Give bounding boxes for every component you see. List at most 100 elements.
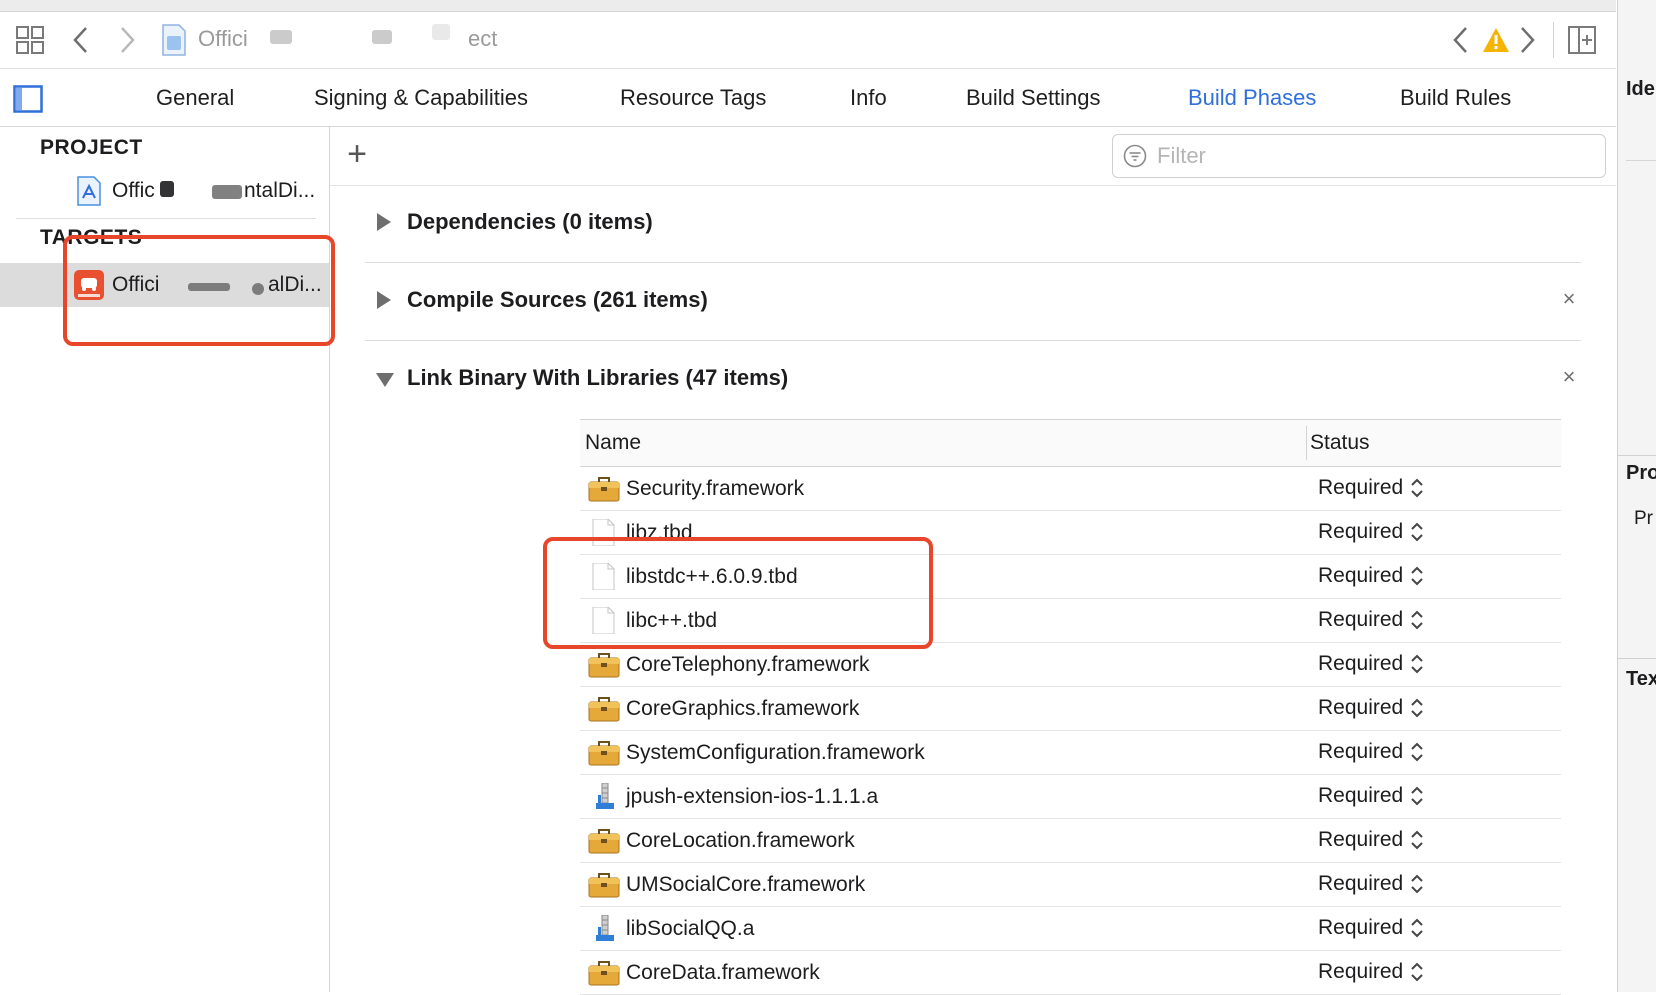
status-value: Required (1318, 872, 1404, 895)
status-popup[interactable]: Required (1318, 520, 1425, 546)
phase-dependencies[interactable]: Dependencies (0 items) (365, 185, 1581, 263)
remove-phase-close-icon[interactable]: × (1557, 287, 1581, 311)
status-popup[interactable]: Required (1318, 960, 1425, 986)
inspector-section-project: Pro (1626, 462, 1656, 484)
framework-toolbox-icon (588, 829, 620, 854)
add-editor-icon[interactable] (1568, 26, 1596, 54)
table-row[interactable]: CoreGraphics.framework Required (580, 687, 1561, 731)
library-name: CoreTelephony.framework (626, 653, 870, 676)
disclosure-triangle-icon[interactable] (377, 291, 391, 309)
status-popup[interactable]: Required (1318, 872, 1425, 898)
redacted-text (270, 30, 292, 44)
status-value: Required (1318, 652, 1404, 675)
column-separator[interactable] (1306, 426, 1307, 460)
table-row[interactable]: UMSocialCore.framework Required (580, 863, 1561, 907)
sidebar-toggle-icon[interactable] (13, 85, 43, 113)
table-row[interactable]: libSocialQQ.a Required (580, 907, 1561, 951)
status-popup[interactable]: Required (1318, 652, 1425, 678)
status-popup[interactable]: Required (1318, 828, 1425, 854)
phase-title: Compile Sources (261 items) (407, 287, 708, 312)
back-icon[interactable] (72, 26, 90, 54)
sidebar-divider (16, 218, 316, 219)
tab-build-settings[interactable]: Build Settings (966, 69, 1101, 126)
tab-info[interactable]: Info (850, 69, 887, 126)
column-header-status[interactable]: Status (1310, 431, 1370, 455)
inspector-panel: Ide Pro Pr Tex (1617, 0, 1656, 992)
chevron-updown-icon (1411, 963, 1423, 982)
tab-build-rules[interactable]: Build Rules (1400, 69, 1511, 126)
libraries-table: Name Status Security.framework Required li… (580, 419, 1561, 995)
chevron-updown-icon (1411, 655, 1423, 674)
redacted-text (432, 24, 450, 40)
status-popup[interactable]: Required (1318, 608, 1425, 634)
inspector-divider (1618, 455, 1656, 456)
sidebar-item-label-suffix: ntalDi... (244, 179, 316, 202)
toolbar-divider (1553, 22, 1554, 58)
status-value: Required (1318, 696, 1404, 719)
table-header: Name Status (580, 419, 1561, 467)
chevron-updown-icon (1411, 831, 1423, 850)
chevron-updown-icon (1411, 699, 1423, 718)
nav-prev-icon[interactable] (1452, 26, 1470, 54)
status-popup[interactable]: Required (1318, 696, 1425, 722)
tab-resource-tags[interactable]: Resource Tags (620, 69, 766, 126)
chevron-updown-icon (1411, 875, 1423, 894)
filter-field[interactable] (1112, 134, 1606, 178)
chevron-updown-icon (1411, 611, 1423, 630)
library-name: CoreData.framework (626, 961, 820, 984)
table-row[interactable]: CoreLocation.framework Required (580, 819, 1561, 863)
status-popup[interactable]: Required (1318, 476, 1425, 502)
editor-tab-bar: General Signing & Capabilities Resource … (0, 69, 1616, 127)
filter-input[interactable] (1155, 135, 1589, 177)
static-library-icon (596, 915, 614, 941)
forward-icon[interactable] (118, 26, 136, 54)
add-phase-button[interactable]: + (342, 137, 372, 173)
table-row[interactable]: CoreTelephony.framework Required (580, 643, 1561, 687)
editor-jump-bar: Offici ect (0, 12, 1616, 69)
sidebar-item-project[interactable]: Offic ntalDi... (0, 169, 329, 213)
inspector-divider (1618, 658, 1656, 659)
inspector-divider (1626, 160, 1656, 161)
status-popup[interactable]: Required (1318, 784, 1425, 810)
phase-title: Dependencies (0 items) (407, 209, 653, 234)
disclosure-triangle-icon[interactable] (377, 213, 391, 231)
phase-title: Link Binary With Libraries (47 items) (407, 365, 789, 390)
inspector-section-text: Tex (1626, 668, 1656, 690)
warning-icon[interactable] (1481, 26, 1511, 54)
tab-signing-capabilities[interactable]: Signing & Capabilities (314, 69, 528, 126)
framework-toolbox-icon (588, 961, 620, 986)
chevron-updown-icon (1411, 787, 1423, 806)
phase-compile-sources[interactable]: Compile Sources (261 items) × (365, 263, 1581, 341)
nav-next-icon[interactable] (1518, 26, 1536, 54)
breadcrumb-project[interactable]: Offici (198, 26, 248, 52)
chevron-updown-icon (1411, 479, 1423, 498)
status-value: Required (1318, 960, 1404, 983)
library-name: libSocialQQ.a (626, 917, 755, 940)
table-row[interactable]: SystemConfiguration.framework Required (580, 731, 1561, 775)
build-phases-editor: + Dependencies (0 items) Compile Sources… (330, 127, 1616, 995)
column-header-name[interactable]: Name (585, 431, 641, 455)
remove-phase-close-icon[interactable]: × (1557, 365, 1581, 389)
library-name: SystemConfiguration.framework (626, 741, 925, 764)
framework-toolbox-icon (588, 741, 620, 766)
table-row[interactable]: CoreData.framework Required (580, 951, 1561, 995)
inspector-field-label: Pr (1634, 508, 1653, 529)
table-row[interactable]: jpush-extension-ios-1.1.1.a Required (580, 775, 1561, 819)
library-name: UMSocialCore.framework (626, 873, 866, 896)
status-popup[interactable]: Required (1318, 740, 1425, 766)
status-value: Required (1318, 828, 1404, 851)
chevron-updown-icon (1411, 919, 1423, 938)
tab-general[interactable]: General (156, 69, 234, 126)
status-popup[interactable]: Required (1318, 564, 1425, 590)
status-popup[interactable]: Required (1318, 916, 1425, 942)
library-name: Security.framework (626, 477, 805, 500)
table-row[interactable]: Security.framework Required (580, 467, 1561, 511)
chevron-updown-icon (1411, 567, 1423, 586)
grid-icon[interactable] (16, 26, 44, 54)
phase-link-binary[interactable]: Link Binary With Libraries (47 items) × (365, 341, 1581, 401)
breadcrumb-tail[interactable]: ect (468, 26, 497, 52)
disclosure-triangle-icon[interactable] (376, 373, 394, 387)
tab-build-phases[interactable]: Build Phases (1188, 69, 1316, 126)
chevron-updown-icon (1411, 523, 1423, 542)
annotation-highlight-libraries (543, 537, 933, 649)
